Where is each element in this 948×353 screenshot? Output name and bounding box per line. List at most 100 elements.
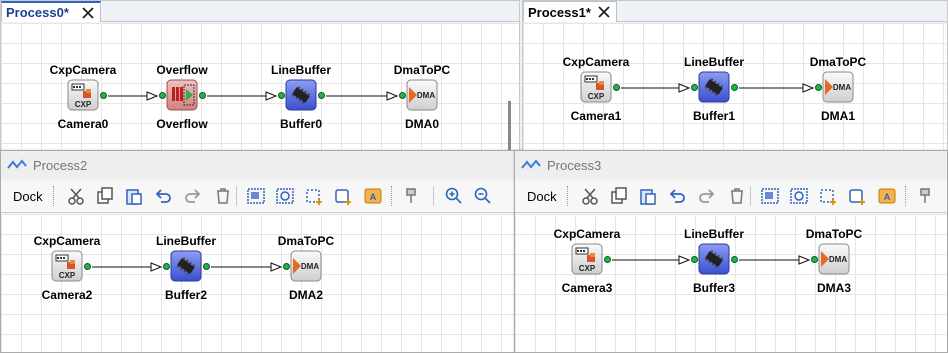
- delete-icon[interactable]: [211, 184, 235, 208]
- output-port[interactable]: [604, 256, 611, 263]
- node-dma1[interactable]: DmaToPC DMA DMA1: [783, 55, 893, 125]
- node-type-label: DmaToPC: [277, 234, 335, 248]
- input-port[interactable]: [159, 92, 166, 99]
- cut-icon[interactable]: [578, 184, 602, 208]
- dma-icon[interactable]: DMA: [290, 250, 322, 282]
- output-port[interactable]: [613, 84, 620, 91]
- process2-toolbar: Dock A: [1, 180, 519, 213]
- process0-scrollbar[interactable]: [508, 101, 511, 151]
- process3-canvas[interactable]: CxpCamera CXP Camera3 LineBuffer Buffer3 DmaT…: [515, 214, 947, 352]
- buffer-icon[interactable]: [698, 71, 730, 103]
- node-camera3[interactable]: CxpCamera CXP Camera3: [532, 227, 642, 297]
- node-camera0[interactable]: CxpCamera CXP Camera0: [28, 63, 138, 133]
- node-type-label: LineBuffer: [684, 227, 744, 241]
- output-port[interactable]: [84, 263, 91, 270]
- node-name-label: Camera0: [57, 117, 109, 131]
- pin-icon[interactable]: [913, 184, 937, 208]
- output-port[interactable]: [199, 92, 206, 99]
- paste-icon[interactable]: [122, 184, 146, 208]
- close-icon[interactable]: [80, 5, 96, 21]
- camera-icon[interactable]: CXP: [580, 71, 612, 103]
- group-icon[interactable]: [244, 184, 268, 208]
- node-name-label: Camera2: [41, 288, 93, 302]
- tab-process1-label: Process1*: [528, 4, 591, 20]
- node-name-label: DMA3: [816, 281, 851, 295]
- dma-icon[interactable]: DMA: [822, 71, 854, 103]
- output-port[interactable]: [731, 84, 738, 91]
- dock-button[interactable]: Dock: [523, 185, 561, 207]
- node-buffer2[interactable]: LineBuffer Buffer2: [131, 234, 241, 304]
- camera-icon[interactable]: CXP: [571, 243, 603, 275]
- process1-canvas[interactable]: CxpCamera CXP Camera1 LineBuffer Buffer1 DmaT…: [523, 23, 947, 151]
- input-port[interactable]: [163, 263, 170, 270]
- output-port[interactable]: [731, 256, 738, 263]
- output-port[interactable]: [203, 263, 210, 270]
- input-port[interactable]: [399, 92, 406, 99]
- add-link-icon[interactable]: [332, 184, 356, 208]
- node-name-label: DMA2: [288, 288, 323, 302]
- node-buffer3[interactable]: LineBuffer Buffer3: [659, 227, 769, 297]
- group-icon[interactable]: [758, 184, 782, 208]
- node-buffer1[interactable]: LineBuffer Buffer1: [659, 55, 769, 125]
- output-port[interactable]: [318, 92, 325, 99]
- copy-icon[interactable]: [607, 184, 631, 208]
- delete-icon[interactable]: [725, 184, 749, 208]
- overflow-icon[interactable]: [166, 79, 198, 111]
- input-port[interactable]: [278, 92, 285, 99]
- pin-icon[interactable]: [399, 184, 423, 208]
- dock-button[interactable]: Dock: [9, 185, 47, 207]
- camera-icon[interactable]: CXP: [51, 250, 83, 282]
- annotation-icon[interactable]: A: [361, 184, 385, 208]
- select-add-icon[interactable]: [817, 184, 841, 208]
- node-camera2[interactable]: CxpCamera CXP Camera2: [12, 234, 122, 304]
- node-dma0[interactable]: DmaToPC DMA DMA0: [367, 63, 477, 133]
- output-port[interactable]: [100, 92, 107, 99]
- buffer-icon[interactable]: [698, 243, 730, 275]
- undo-icon[interactable]: [151, 184, 175, 208]
- input-port[interactable]: [691, 84, 698, 91]
- svg-text:DMA: DMA: [301, 262, 319, 271]
- undo-icon[interactable]: [665, 184, 689, 208]
- process0-canvas[interactable]: CxpCamera CXP Camera0 Overflow Overflow LineB…: [1, 23, 519, 151]
- paste-icon[interactable]: [636, 184, 660, 208]
- buffer-icon[interactable]: [170, 250, 202, 282]
- copy-icon[interactable]: [93, 184, 117, 208]
- process2-titlebar[interactable]: Process2: [1, 151, 519, 179]
- node-camera1[interactable]: CxpCamera CXP Camera1: [541, 55, 651, 125]
- zoom-out-icon[interactable]: [471, 184, 495, 208]
- annotation-icon[interactable]: A: [875, 184, 899, 208]
- cut-icon[interactable]: [64, 184, 88, 208]
- ungroup-icon[interactable]: [273, 184, 297, 208]
- camera-icon[interactable]: CXP: [67, 79, 99, 111]
- process2-window: Process2 Dock A CxpCamera CXP Camera2 LineBu…: [0, 150, 520, 353]
- input-port[interactable]: [815, 84, 822, 91]
- process2-canvas[interactable]: CxpCamera CXP Camera2 LineBuffer Buffer2 DmaT…: [1, 214, 519, 352]
- dma-icon[interactable]: DMA: [818, 243, 850, 275]
- node-dma2[interactable]: DmaToPC DMA DMA2: [251, 234, 361, 304]
- input-port[interactable]: [283, 263, 290, 270]
- zoom-in-icon[interactable]: [442, 184, 466, 208]
- toolbar-separator: [750, 186, 751, 206]
- svg-text:DMA: DMA: [833, 83, 851, 92]
- tab-process0[interactable]: Process0*: [1, 1, 101, 22]
- input-port[interactable]: [691, 256, 698, 263]
- node-type-label: CxpCamera: [49, 63, 117, 77]
- buffer-icon[interactable]: [285, 79, 317, 111]
- app-wave-icon: [521, 157, 541, 173]
- input-port[interactable]: [811, 256, 818, 263]
- node-type-label: DmaToPC: [809, 55, 867, 69]
- node-overflow[interactable]: Overflow Overflow: [127, 63, 237, 133]
- select-add-icon[interactable]: [303, 184, 327, 208]
- node-dma3[interactable]: DmaToPC DMA DMA3: [779, 227, 889, 297]
- process3-titlebar[interactable]: Process3: [515, 151, 947, 179]
- tab-process1[interactable]: Process1*: [523, 1, 617, 22]
- redo-icon[interactable]: [695, 184, 719, 208]
- node-buffer0[interactable]: LineBuffer Buffer0: [246, 63, 356, 133]
- ungroup-icon[interactable]: [787, 184, 811, 208]
- dma-icon[interactable]: DMA: [406, 79, 438, 111]
- close-icon[interactable]: [596, 4, 612, 20]
- svg-text:DMA: DMA: [829, 255, 847, 264]
- add-link-icon[interactable]: [846, 184, 870, 208]
- redo-icon[interactable]: [181, 184, 205, 208]
- svg-text:CXP: CXP: [588, 92, 605, 101]
